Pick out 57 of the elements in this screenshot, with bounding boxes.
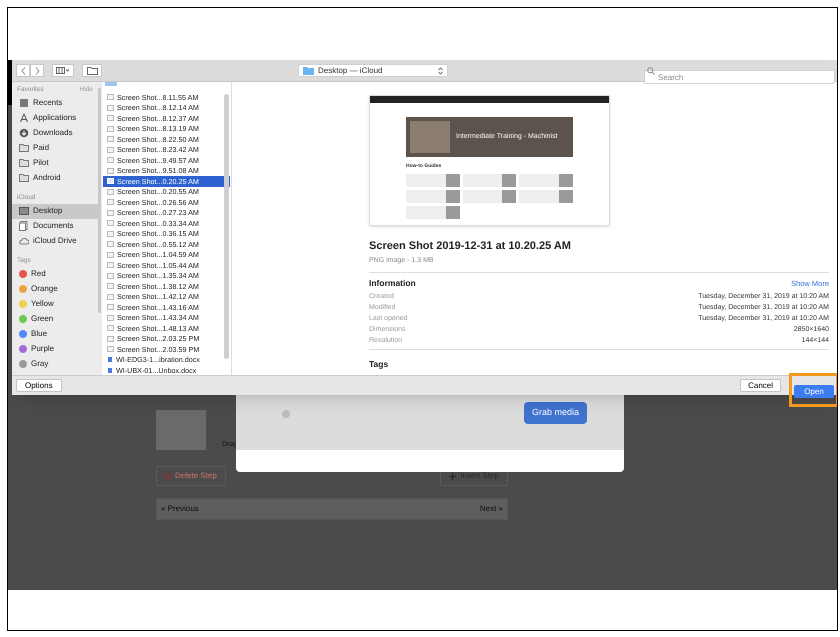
open-button[interactable]: Open [794,385,834,398]
plus-icon [449,472,456,480]
sidebar-item[interactable]: Pilot [12,156,98,171]
sidebar-item[interactable]: Blue [12,326,98,342]
folder-icon [303,66,314,74]
sidebar-item[interactable]: Downloads [12,126,98,141]
apps-icon [19,113,29,124]
sidebar-item[interactable]: Documents [12,218,98,234]
cancel-button[interactable]: Cancel [740,379,781,392]
folder-icon [19,143,29,154]
sidebar-item[interactable]: Yellow [12,296,98,312]
sidebar-item[interactable]: Gray [12,356,98,372]
documents-icon [19,221,29,231]
guide-card [406,206,460,218]
new-folder-button[interactable] [82,64,102,77]
search-field[interactable]: Search [644,70,835,84]
location-popup[interactable]: Desktop — iCloud [298,64,448,77]
view-options-button[interactable] [52,64,74,77]
tags-heading: Tags [369,359,388,369]
help-icon[interactable] [282,410,290,418]
grab-media-button[interactable]: Grab media [524,402,588,424]
sidebar-item[interactable]: Android [12,170,98,186]
forward-button[interactable] [30,64,44,77]
photo-placeholder [410,121,450,153]
sidebar-item[interactable]: Recents [12,96,98,111]
folder-icon [19,158,29,168]
photo-placeholder [156,410,206,450]
info-heading: Information [369,277,416,290]
guide-card [462,190,516,202]
columns-icon [56,67,70,74]
forward-icon [34,66,40,74]
guide-card [519,174,573,186]
sidebar-item[interactable]: Applications [12,110,98,126]
trash-icon [165,472,171,480]
sidebar-item[interactable]: Red [12,266,98,282]
updown-icon [438,66,443,74]
guide-card [519,190,573,202]
guide-card [406,190,460,202]
desktop-icon [19,206,29,216]
sidebar-item[interactable]: Green [12,311,98,326]
sidebar-item[interactable]: Desktop [12,204,98,218]
cloud-icon [19,236,29,246]
file-title: Screen Shot 2019-12-31 at 10.20.25 AM [369,239,572,254]
folder-icon [86,66,98,74]
back-button[interactable] [16,64,30,77]
folder-icon [19,173,29,184]
options-button[interactable]: Options [16,379,62,392]
sidebar-item[interactable]: iCloud Drive [12,234,98,248]
recents-icon [19,98,29,108]
guide-card [462,174,516,186]
guide-card [406,174,460,186]
back-icon [20,66,26,74]
search-icon [647,66,655,74]
sidebar-item[interactable]: Purple [12,341,98,356]
sidebar-item[interactable]: Paid [12,140,98,156]
download-icon [19,128,29,138]
sidebar-item[interactable]: Orange [12,281,98,296]
